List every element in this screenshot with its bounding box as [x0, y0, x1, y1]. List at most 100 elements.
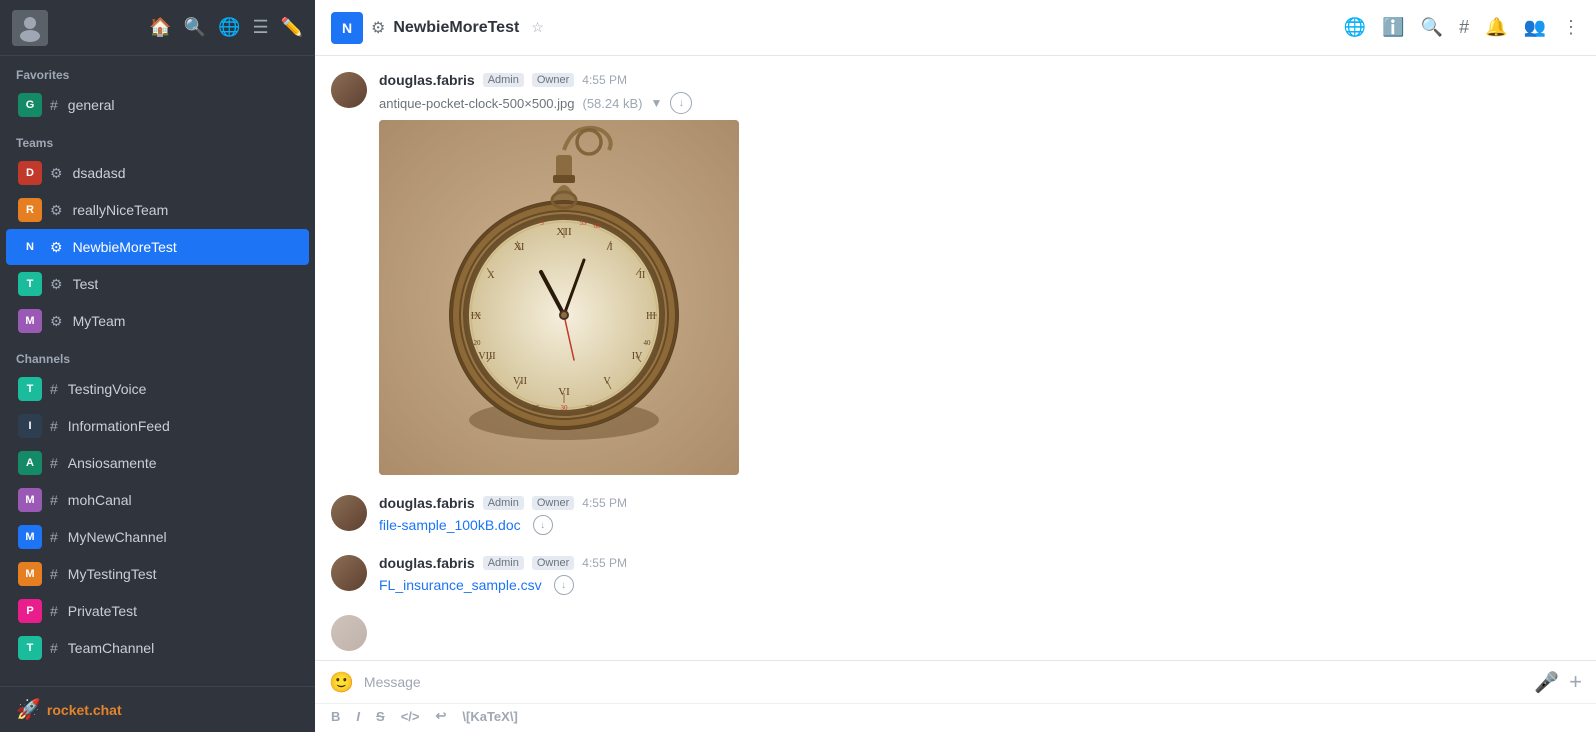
room-avatar-privatetest: P: [18, 599, 42, 623]
sidebar-header: 🏠 🔍 🌐 ☰ ✏️: [0, 0, 315, 56]
sidebar-item-informationfeed[interactable]: I # InformationFeed: [6, 408, 309, 444]
sidebar-item-mytestingtest[interactable]: M # MyTestingTest: [6, 556, 309, 592]
hash-icon-testingvoice: #: [50, 381, 58, 397]
room-avatar-teamchannel: T: [18, 636, 42, 660]
message-block-2: douglas.fabris Admin Owner 4:55 PM file-…: [331, 495, 1580, 535]
svg-text:VIII: VIII: [478, 351, 495, 362]
rocket-logo-icon: 🚀: [16, 697, 41, 722]
msg-header-1: douglas.fabris Admin Owner 4:55 PM: [379, 72, 1580, 88]
topbar-left: N ⚙ NewbieMoreTest ☆: [331, 12, 1344, 44]
home-icon[interactable]: 🏠: [149, 17, 171, 38]
user-avatar[interactable]: [12, 10, 48, 46]
quote-button[interactable]: ↩: [435, 708, 446, 724]
main-content: N ⚙ NewbieMoreTest ☆ 🌐 ℹ️ 🔍 # 🔔 👥 ⋮ doug…: [315, 0, 1596, 732]
globe-topbar-icon[interactable]: 🌐: [1344, 17, 1366, 38]
compose-icon[interactable]: ✏️: [281, 17, 303, 38]
msg-badge-admin-3: Admin: [483, 556, 524, 570]
room-avatar-general: G: [18, 93, 42, 117]
room-name-teamchannel: TeamChannel: [68, 640, 154, 656]
hash-icon-ansiosamente: #: [50, 455, 58, 471]
topbar: N ⚙ NewbieMoreTest ☆ 🌐 ℹ️ 🔍 # 🔔 👥 ⋮: [315, 0, 1596, 56]
sort-icon[interactable]: ☰: [252, 17, 268, 38]
katex-button[interactable]: \[KaTeX\]: [462, 709, 517, 724]
sidebar-item-ansiosamente[interactable]: A # Ansiosamente: [6, 445, 309, 481]
team-icon-dsadasd: ⚙: [50, 165, 63, 182]
room-avatar-ansiosamente: A: [18, 451, 42, 475]
room-avatar-reallyniceteam: R: [18, 198, 42, 222]
sidebar-item-mynewchannel[interactable]: M # MyNewChannel: [6, 519, 309, 555]
room-name-myteam: MyTeam: [73, 313, 126, 329]
hash-icon: #: [50, 97, 58, 113]
svg-text:60: 60: [594, 222, 602, 230]
sidebar-item-test[interactable]: T ⚙ Test: [6, 266, 309, 302]
emoji-button[interactable]: 🙂: [329, 670, 354, 695]
room-name-ansiosamente: Ansiosamente: [68, 455, 157, 471]
download-btn-1[interactable]: ↓: [670, 92, 692, 114]
search-icon[interactable]: 🔍: [184, 17, 206, 38]
message-input[interactable]: [364, 674, 1524, 690]
svg-text:IV: IV: [632, 351, 643, 362]
bell-topbar-icon[interactable]: 🔔: [1485, 17, 1507, 38]
room-avatar-newbiemoretest: N: [18, 235, 42, 259]
hashtag-topbar-icon[interactable]: #: [1459, 17, 1469, 38]
favorite-star-icon[interactable]: ☆: [531, 19, 544, 36]
room-avatar-test: T: [18, 272, 42, 296]
sidebar-item-dsadasd[interactable]: D ⚙ dsadasd: [6, 155, 309, 191]
room-avatar-mytestingtest: M: [18, 562, 42, 586]
file-link-csv[interactable]: FL_insurance_sample.csv: [379, 577, 542, 593]
msg-time-3: 4:55 PM: [582, 556, 627, 570]
more-topbar-icon[interactable]: ⋮: [1562, 17, 1580, 38]
room-name-mynewchannel: MyNewChannel: [68, 529, 167, 545]
room-avatar-informationfeed: I: [18, 414, 42, 438]
favorites-label: Favorites: [0, 56, 315, 86]
svg-text:II: II: [639, 270, 646, 281]
download-csv-btn[interactable]: ↓: [554, 575, 574, 595]
download-doc-btn[interactable]: ↓: [533, 515, 553, 535]
bold-button[interactable]: B: [331, 709, 340, 724]
info-topbar-icon[interactable]: ℹ️: [1382, 17, 1404, 38]
sidebar-item-testingvoice[interactable]: T # TestingVoice: [6, 371, 309, 407]
sidebar-item-reallyniceteam[interactable]: R ⚙ reallyNiceTeam: [6, 192, 309, 228]
globe-icon[interactable]: 🌐: [218, 17, 240, 38]
hash-icon-informationfeed: #: [50, 418, 58, 434]
sidebar-item-privatetest[interactable]: P # PrivateTest: [6, 593, 309, 629]
msg-time-2: 4:55 PM: [582, 496, 627, 510]
sidebar-item-myteam[interactable]: M ⚙ MyTeam: [6, 303, 309, 339]
sidebar-item-general[interactable]: G # general: [6, 87, 309, 123]
room-name-reallyniceteam: reallyNiceTeam: [73, 202, 169, 218]
msg-header-2: douglas.fabris Admin Owner 4:55 PM: [379, 495, 1580, 511]
msg-time-1: 4:55 PM: [582, 73, 627, 87]
sidebar-item-mohcanal[interactable]: M # mohCanal: [6, 482, 309, 518]
room-avatar-testingvoice: T: [18, 377, 42, 401]
sidebar-item-newbiemoretest[interactable]: N ⚙ NewbieMoreTest: [6, 229, 309, 265]
dropdown-icon-1[interactable]: ▼: [650, 96, 662, 110]
clock-image[interactable]: XII I II III IV V VI: [379, 120, 739, 475]
msg-content-4: douglas.fabris: [379, 615, 1580, 651]
teams-label: Teams: [0, 124, 315, 154]
svg-text:35: 35: [586, 404, 594, 412]
sidebar-footer: 🚀 rocket.chat: [0, 686, 315, 732]
italic-button[interactable]: I: [356, 709, 360, 724]
plus-button[interactable]: +: [1569, 669, 1582, 695]
strikethrough-button[interactable]: S: [376, 709, 385, 724]
file-link-doc[interactable]: file-sample_100kB.doc: [379, 517, 521, 533]
message-input-row: 🙂 🎤 +: [315, 661, 1596, 703]
svg-text:25: 25: [533, 404, 541, 412]
svg-text:VII: VII: [513, 376, 527, 387]
msg-username-3: douglas.fabris: [379, 555, 475, 571]
search-topbar-icon[interactable]: 🔍: [1421, 17, 1443, 38]
members-topbar-icon[interactable]: 👥: [1524, 17, 1546, 38]
team-icon-reallyniceteam: ⚙: [50, 202, 63, 219]
message-block-4: douglas.fabris: [331, 615, 1580, 651]
sidebar-item-teamchannel[interactable]: T # TeamChannel: [6, 630, 309, 666]
hash-icon-mohcanal: #: [50, 492, 58, 508]
mic-button[interactable]: 🎤: [1534, 670, 1559, 695]
hash-icon-mytestingtest: #: [50, 566, 58, 582]
sidebar-toolbar: 🏠 🔍 🌐 ☰ ✏️: [149, 17, 303, 38]
msg-badge-admin-2: Admin: [483, 496, 524, 510]
code-button[interactable]: </>: [401, 709, 420, 724]
room-name-general: general: [68, 97, 115, 113]
message-block-3: douglas.fabris Admin Owner 4:55 PM FL_in…: [331, 555, 1580, 595]
file-info-row-1: antique-pocket-clock-500×500.jpg (58.24 …: [379, 92, 1580, 114]
svg-text:5: 5: [540, 219, 544, 227]
